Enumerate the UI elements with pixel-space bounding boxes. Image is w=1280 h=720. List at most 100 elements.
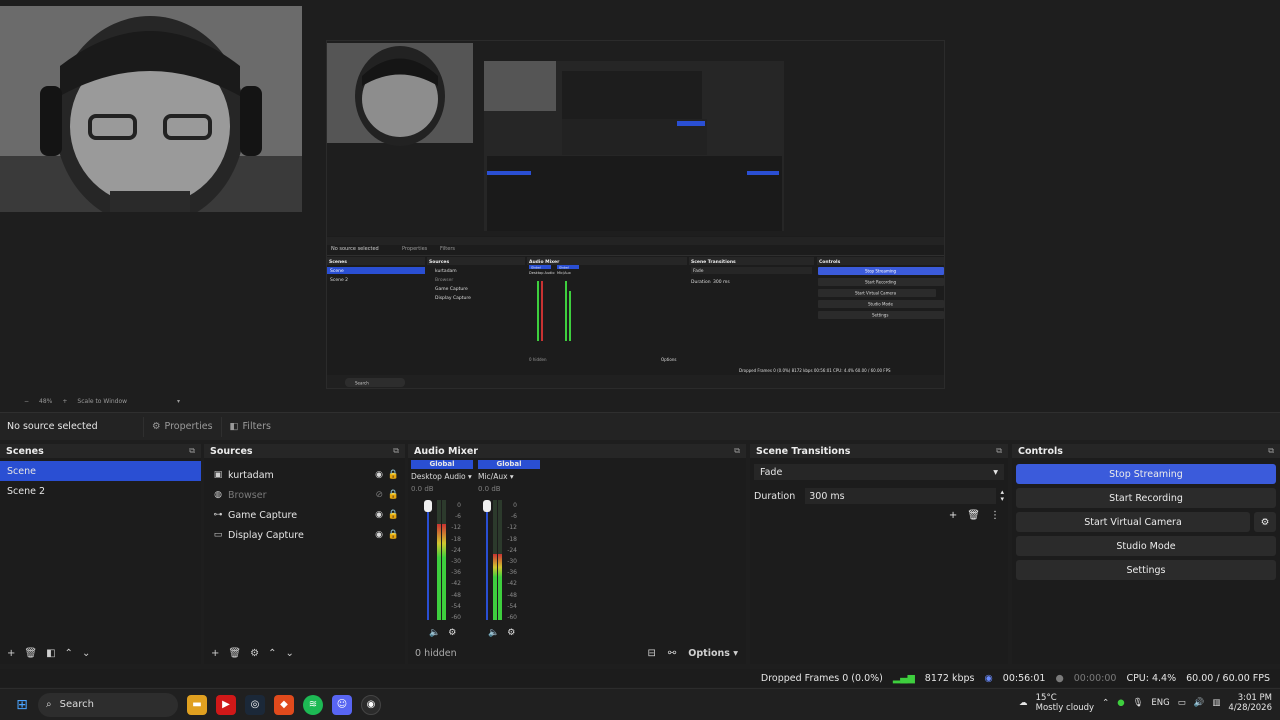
display-capture-preview[interactable]: No source selected Properties Filters Sc… xyxy=(326,40,945,389)
db-tick-label: -48 xyxy=(451,591,461,599)
trash-icon[interactable]: 🗑 xyxy=(967,510,980,521)
language[interactable]: ENG xyxy=(1151,698,1169,708)
add-icon[interactable]: + xyxy=(949,510,957,521)
steam-icon[interactable]: ◎ xyxy=(245,694,265,715)
inner-source-3: Game Capture xyxy=(435,286,468,292)
file-explorer-icon[interactable]: ▬ xyxy=(187,694,207,715)
properties-label: Properties xyxy=(164,421,213,432)
popout-icon[interactable]: ⧉ xyxy=(189,446,195,456)
chevron-up-icon[interactable]: ⌃ xyxy=(268,648,276,659)
stop-streaming-button[interactable]: Stop Streaming xyxy=(1016,464,1276,484)
duration-input[interactable]: 300 ms xyxy=(805,488,997,504)
zoom-in-icon[interactable]: + xyxy=(62,398,67,405)
windows-start-icon[interactable]: ⊞ xyxy=(12,695,32,715)
chevron-down-icon[interactable]: ⌄ xyxy=(82,648,90,659)
spotify-icon[interactable]: ≋ xyxy=(303,694,323,715)
eye-icon[interactable]: ◉ xyxy=(375,470,383,480)
preview-area[interactable]: No source selected Properties Filters Sc… xyxy=(0,0,1280,395)
weather-icon: ☁ xyxy=(1019,698,1028,708)
webcam-source[interactable] xyxy=(0,6,302,212)
settings-icon[interactable]: ⚙ xyxy=(448,628,456,638)
db-tick-label: 0 xyxy=(457,502,461,509)
filter-icon: ◧ xyxy=(229,421,239,432)
record-icon: ● xyxy=(1055,672,1064,684)
discord-icon[interactable]: ☺ xyxy=(332,694,352,715)
chevron-down-icon[interactable]: ▾ xyxy=(177,398,180,405)
start-virtual-camera-button[interactable]: Start Virtual Camera xyxy=(1016,512,1250,532)
inner-dock-title-mixer: Audio Mixer xyxy=(529,259,560,265)
source-item[interactable]: ▣ kurtadam ◉ 🔒 xyxy=(204,465,405,485)
more-options-icon[interactable]: ⋮ xyxy=(990,510,1000,521)
eye-icon[interactable]: ◉ xyxy=(375,530,383,540)
lock-icon[interactable]: 🔒 xyxy=(388,510,399,520)
db-tick-label: -12 xyxy=(451,524,461,532)
popout-icon[interactable]: ⧉ xyxy=(734,446,740,456)
speaker-icon[interactable]: 🔈 xyxy=(488,628,499,638)
taskbar-search[interactable]: ⌕ Search xyxy=(38,692,178,717)
volume-knob[interactable] xyxy=(424,500,432,512)
trash-icon[interactable]: 🗑 xyxy=(228,648,241,659)
inner-hidden: 0 hidden xyxy=(529,357,547,362)
inner-status: Dropped Frames 0 (0.0%) 8172 kbps 00:56:… xyxy=(739,368,891,373)
channel-name[interactable]: Desktop Audio ▾ xyxy=(411,472,473,481)
studio-mode-button[interactable]: Studio Mode xyxy=(1016,536,1276,556)
volume-slider[interactable] xyxy=(427,500,429,620)
db-tick-label: -60 xyxy=(451,614,461,622)
settings-icon[interactable]: ⚙ xyxy=(507,628,515,638)
eye-off-icon[interactable]: ⊘ xyxy=(375,490,383,500)
gear-icon[interactable]: ⚙ xyxy=(1254,512,1276,532)
youtube-icon[interactable]: ▶ xyxy=(216,694,236,715)
add-icon[interactable]: + xyxy=(7,648,15,659)
search-icon: ⌕ xyxy=(46,699,52,710)
app-tray-icon[interactable]: ● xyxy=(1117,698,1124,708)
db-tick-label: -6 xyxy=(511,513,517,521)
scene-transitions-dock: Scene Transitions ⧉ Fade ▾ Duration 300 … xyxy=(750,444,1008,664)
popout-icon[interactable]: ⧉ xyxy=(1268,446,1274,456)
popout-icon[interactable]: ⧉ xyxy=(393,446,399,456)
weather[interactable]: 15°C Mostly cloudy xyxy=(1036,693,1094,713)
zoom-out-icon[interactable]: − xyxy=(24,398,29,405)
gear-icon[interactable]: ⚙ xyxy=(250,648,259,659)
mixer-toolbar: 0 hidden ⊟ ⚯ Options ▾ xyxy=(408,642,746,664)
source-item[interactable]: ⊶ Game Capture ◉ 🔒 xyxy=(204,505,405,525)
channel-name[interactable]: Mic/Aux ▾ xyxy=(478,472,540,481)
filter-icon[interactable]: ◧ xyxy=(46,648,55,659)
start-recording-button[interactable]: Start Recording xyxy=(1016,488,1276,508)
volume-icon[interactable]: 🔊 xyxy=(1194,698,1205,708)
transition-select[interactable]: Fade ▾ xyxy=(754,464,1004,480)
lock-icon[interactable]: 🔒 xyxy=(388,490,399,500)
volume-knob[interactable] xyxy=(483,500,491,512)
clock[interactable]: 3:01 PM 4/28/2026 xyxy=(1228,693,1272,713)
add-icon[interactable]: + xyxy=(211,648,219,659)
inner-control-1: Stop Streaming xyxy=(865,269,896,274)
chevron-down-icon[interactable]: ⌄ xyxy=(285,648,293,659)
volume-slider[interactable] xyxy=(486,500,488,620)
scenes-dock-title: Scenes ⧉ xyxy=(0,444,201,458)
scene-item[interactable]: Scene xyxy=(0,461,201,481)
layout-icon[interactable]: ⊟ xyxy=(648,648,656,659)
source-item[interactable]: ▭ Display Capture ◉ 🔒 xyxy=(204,525,405,545)
popout-icon[interactable]: ⧉ xyxy=(996,446,1002,456)
source-item[interactable]: ◍ Browser ⊘ 🔒 xyxy=(204,485,405,505)
properties-button[interactable]: ⚙ Properties xyxy=(143,416,221,437)
duration-stepper[interactable]: ▴ ▾ xyxy=(1000,489,1004,503)
network-icon[interactable]: ▭ xyxy=(1178,698,1186,708)
scene-item[interactable]: Scene 2 xyxy=(0,481,201,501)
level-meter xyxy=(437,500,441,620)
link-icon[interactable]: ⚯ xyxy=(668,648,676,659)
speaker-icon[interactable]: 🔈 xyxy=(429,628,440,638)
options-button[interactable]: Options ▾ xyxy=(688,648,738,659)
scale-mode-select[interactable]: Scale to Window xyxy=(77,398,127,405)
trash-icon[interactable]: 🗑 xyxy=(24,648,37,659)
obs-icon[interactable]: ◉ xyxy=(361,694,381,715)
filters-button[interactable]: ◧ Filters xyxy=(220,416,279,437)
eye-icon[interactable]: ◉ xyxy=(375,510,383,520)
chevron-up-icon[interactable]: ⌃ xyxy=(65,648,73,659)
chevron-up-icon[interactable]: ⌃ xyxy=(1102,698,1109,708)
lock-icon[interactable]: 🔒 xyxy=(388,530,399,540)
microphone-icon[interactable]: 🎙 xyxy=(1133,698,1144,708)
battery-icon[interactable]: ▥ xyxy=(1212,698,1220,708)
brave-icon[interactable]: ◆ xyxy=(274,694,294,715)
settings-button[interactable]: Settings xyxy=(1016,560,1276,580)
lock-icon[interactable]: 🔒 xyxy=(388,470,399,480)
